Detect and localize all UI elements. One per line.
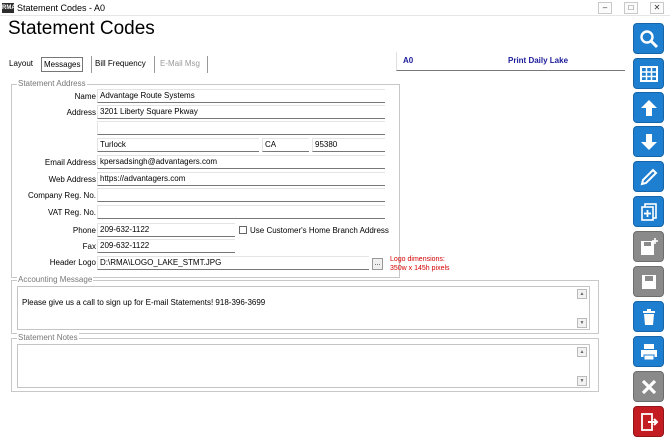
zip-field[interactable]: 95380 [312,138,385,152]
address-line1-field[interactable]: 3201 Liberty Square Pkway [97,105,385,119]
fax-label: Fax [82,242,96,251]
record-header: A0 Print Daily Lake [396,52,625,71]
logo-dimensions-note: 350w x 145h pixels [390,265,450,272]
scroll-down-icon[interactable]: ▼ [577,318,587,328]
window-titlebar: RMA Statement Codes - A0 – □ ✕ [0,0,670,16]
maximize-button[interactable]: □ [624,2,638,14]
address-label: Address [66,108,96,117]
trash-icon [643,309,655,325]
action-toolbar [630,18,670,446]
tab-divider [207,56,208,73]
accounting-message-textarea[interactable]: Please give us a call to sign up for E-m… [17,286,590,330]
previous-record-button[interactable] [633,92,664,123]
search-button[interactable] [633,23,664,54]
pencil-icon [640,168,658,186]
group-title: Statement Notes [17,333,79,343]
email-field[interactable]: kpersadsingh@advantagers.com [97,155,385,169]
statement-notes-textarea[interactable]: ▲ ▼ [17,344,590,388]
company-reg-field[interactable] [97,188,385,202]
group-title: Accounting Message [17,275,94,285]
browse-logo-button[interactable]: ... [372,258,383,270]
search-icon [640,30,659,49]
header-logo-field[interactable]: D:\RMA\LOGO_LAKE_STMT.JPG [97,256,369,270]
vat-field[interactable] [97,205,385,219]
accounting-message-text: Please give us a call to sign up for E-m… [22,298,266,307]
state-field[interactable]: CA [262,138,309,152]
edit-button[interactable] [633,161,664,192]
tab-email-msg[interactable]: E-Mail Msg [160,57,200,72]
header-logo-label: Header Logo [49,258,96,267]
print-button[interactable] [633,336,664,367]
arrow-down-icon [641,134,657,150]
next-record-button[interactable] [633,126,664,157]
scroll-down-icon[interactable]: ▼ [577,376,587,386]
save-button[interactable] [633,266,664,297]
use-branch-address-checkbox[interactable] [239,226,247,234]
save-as-icon [641,238,658,255]
arrow-up-icon [641,100,657,116]
use-branch-address-label[interactable]: Use Customer's Home Branch Address [250,226,389,236]
statement-name: Print Daily Lake [508,56,569,65]
close-window-button[interactable]: ✕ [650,2,664,14]
address-line2-field[interactable] [97,121,385,135]
logo-dimensions-note: Logo dimensions: [390,256,445,263]
tab-layout[interactable]: Layout [9,57,33,72]
email-label: Email Address [44,158,96,167]
tab-messages[interactable]: Messages [41,57,84,72]
cancel-icon [641,379,657,395]
tab-divider [154,56,155,73]
name-label: Name [74,92,96,101]
scroll-up-icon[interactable]: ▲ [577,347,587,357]
group-title: Statement Address [17,79,87,89]
app-icon: RMA [2,3,16,13]
phone-field[interactable]: 209-632-1122 [97,223,235,237]
grid-view-button[interactable] [633,58,664,89]
cancel-button[interactable] [633,371,664,402]
save-icon [642,275,656,289]
exit-button[interactable] [633,406,664,437]
tab-divider [91,56,92,73]
save-as-button[interactable] [633,231,664,262]
scroll-up-icon[interactable]: ▲ [577,289,587,299]
exit-icon [641,413,659,431]
window-title: Statement Codes - A0 [17,3,106,13]
print-icon [641,344,657,361]
fax-field[interactable]: 209-632-1122 [97,239,235,253]
tab-bill-frequency[interactable]: Bill Frequency [95,57,146,72]
page-title: Statement Codes [8,18,155,39]
new-document-icon [641,203,657,221]
vat-label: VAT Reg. No. [47,208,96,217]
delete-button[interactable] [633,301,664,332]
phone-label: Phone [72,226,96,235]
web-label: Web Address [48,175,96,184]
grid-icon [640,66,658,82]
new-record-button[interactable] [633,196,664,227]
city-field[interactable]: Turlock [97,138,259,152]
statement-code: A0 [403,56,414,65]
web-field[interactable]: https://advantagers.com [97,172,385,186]
name-field[interactable]: Advantage Route Systems [97,89,385,103]
company-reg-label: Company Reg. No. [27,191,96,200]
minimize-button[interactable]: – [598,2,612,14]
